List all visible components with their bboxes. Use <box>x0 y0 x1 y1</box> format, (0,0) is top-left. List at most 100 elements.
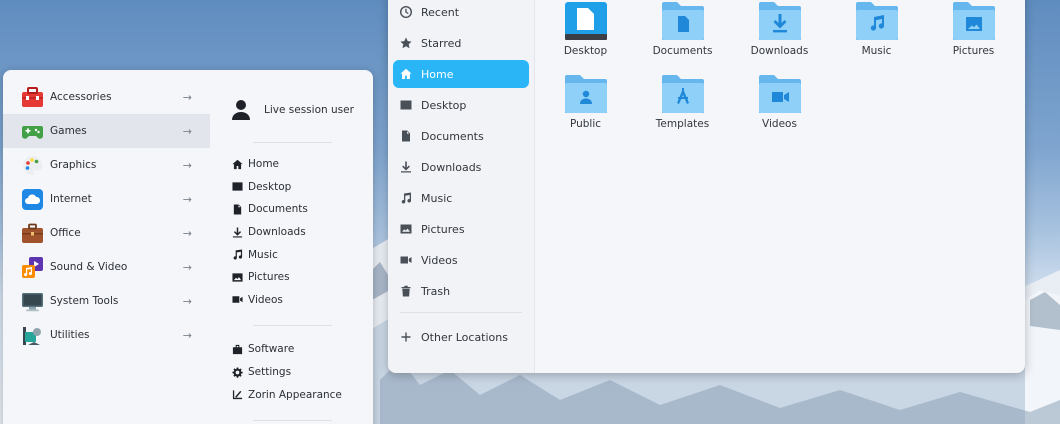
clock-icon <box>399 5 413 19</box>
sidebar-item-label: Other Locations <box>421 330 508 344</box>
picture-icon <box>231 271 243 283</box>
arrow-right-icon: → <box>182 192 192 206</box>
sidebar-item-music[interactable]: Music <box>393 184 529 212</box>
place-home[interactable]: Home <box>225 153 360 176</box>
app-categories: Accessories → Games → Graphics → Interne… <box>3 80 210 352</box>
start-menu: Accessories → Games → Graphics → Interne… <box>3 70 373 424</box>
briefcase-icon <box>22 223 43 243</box>
user-account[interactable]: Live session user <box>225 84 360 136</box>
folder-label: Desktop <box>563 45 608 57</box>
arrow-right-icon: → <box>182 226 192 240</box>
sidebar-item-recent[interactable]: Recent <box>393 0 529 26</box>
system-software[interactable]: Software <box>225 338 360 361</box>
arrow-right-icon: → <box>182 158 192 172</box>
pictures-folder-icon <box>952 2 995 40</box>
desktop-icon <box>399 98 413 112</box>
sidebar-item-pictures[interactable]: Pictures <box>393 215 529 243</box>
place-downloads[interactable]: Downloads <box>225 221 360 244</box>
sidebar-item-downloads[interactable]: Downloads <box>393 153 529 181</box>
files-content: Desktop Documents Downloads Music Pictur… <box>535 0 1025 373</box>
category-label: Utilities <box>50 329 90 341</box>
documents-folder-icon <box>661 2 704 40</box>
arrow-right-icon: → <box>182 294 192 308</box>
system-zorin-appearance[interactable]: Zorin Appearance <box>225 383 360 406</box>
sidebar-item-label: Videos <box>421 253 458 267</box>
user-icon <box>232 100 250 120</box>
folder-label: Pictures <box>952 45 995 57</box>
category-office[interactable]: Office → <box>3 216 210 250</box>
sidebar-item-videos[interactable]: Videos <box>393 246 529 274</box>
category-label: Accessories <box>50 91 112 103</box>
folder-desktop[interactable]: Desktop <box>537 0 634 73</box>
folder-pictures[interactable]: Pictures <box>925 0 1022 73</box>
category-accessories[interactable]: Accessories → <box>3 80 210 114</box>
place-desktop[interactable]: Desktop <box>225 176 360 199</box>
category-label: Sound & Video <box>50 261 128 273</box>
user-name: Live session user <box>264 104 354 116</box>
place-music[interactable]: Music <box>225 243 360 266</box>
folder-label: Templates <box>655 118 710 130</box>
public-folder-icon <box>564 75 607 113</box>
download-icon <box>231 226 243 238</box>
sidebar-item-desktop[interactable]: Desktop <box>393 91 529 119</box>
category-games[interactable]: Games → <box>3 114 210 148</box>
folder-label: Downloads <box>750 45 809 57</box>
folder-documents[interactable]: Documents <box>634 0 731 73</box>
downloads-folder-icon <box>758 2 801 40</box>
music-icon <box>231 249 243 261</box>
monitor-icon <box>22 292 43 311</box>
files-window: Recent Starred Home Desktop Documents Do… <box>388 0 1025 373</box>
gear-icon <box>231 366 243 378</box>
category-sound-video[interactable]: Sound & Video → <box>3 250 210 284</box>
place-documents[interactable]: Documents <box>225 198 360 221</box>
category-label: Games <box>50 125 87 137</box>
menu-separator <box>253 325 332 327</box>
sidebar-item-trash[interactable]: Trash <box>393 277 529 305</box>
media-icon <box>22 256 43 278</box>
system-label: Zorin Appearance <box>248 388 342 401</box>
place-label: Desktop <box>248 180 292 193</box>
category-utilities[interactable]: Utilities → <box>3 318 210 352</box>
desktop-folder-icon <box>564 2 607 40</box>
category-graphics[interactable]: Graphics → <box>3 148 210 182</box>
folder-music[interactable]: Music <box>828 0 925 73</box>
place-pictures[interactable]: Pictures <box>225 266 360 289</box>
place-label: Music <box>248 248 278 261</box>
category-label: System Tools <box>50 295 119 307</box>
category-system-tools[interactable]: System Tools → <box>3 284 210 318</box>
folder-label: Music <box>861 45 892 57</box>
system-label: Settings <box>248 366 292 379</box>
menu-shortcuts: Live session user Home Desktop Documents… <box>225 70 360 424</box>
place-label: Downloads <box>248 226 306 239</box>
sidebar-item-other-locations[interactable]: Other Locations <box>393 323 529 351</box>
videos-folder-icon <box>758 75 801 113</box>
sidebar-item-label: Desktop <box>421 98 467 112</box>
category-label: Internet <box>50 193 92 205</box>
download-icon <box>399 160 413 174</box>
place-label: Videos <box>248 293 283 306</box>
home-icon <box>399 67 413 81</box>
place-videos[interactable]: Videos <box>225 289 360 312</box>
sidebar-item-starred[interactable]: Starred <box>393 29 529 57</box>
sidebar-separator <box>400 312 522 313</box>
templates-folder-icon <box>661 75 704 113</box>
gamepad-icon <box>22 125 43 139</box>
utilities-icon <box>23 326 41 345</box>
folder-templates[interactable]: Templates <box>634 73 731 146</box>
folder-downloads[interactable]: Downloads <box>731 0 828 73</box>
folder-grid: Desktop Documents Downloads Music Pictur… <box>535 0 1022 146</box>
sidebar-item-home[interactable]: Home <box>393 60 529 88</box>
music-folder-icon <box>855 2 898 40</box>
system-settings[interactable]: Settings <box>225 361 360 384</box>
folder-public[interactable]: Public <box>537 73 634 146</box>
toolbox-icon <box>22 86 43 107</box>
category-internet[interactable]: Internet → <box>3 182 210 216</box>
picture-icon <box>399 222 413 236</box>
home-icon <box>231 158 243 170</box>
sidebar-item-documents[interactable]: Documents <box>393 122 529 150</box>
folder-videos[interactable]: Videos <box>731 73 828 146</box>
category-label: Office <box>50 227 81 239</box>
folder-label: Public <box>569 118 602 130</box>
place-label: Home <box>248 158 280 171</box>
appearance-icon <box>231 389 243 401</box>
